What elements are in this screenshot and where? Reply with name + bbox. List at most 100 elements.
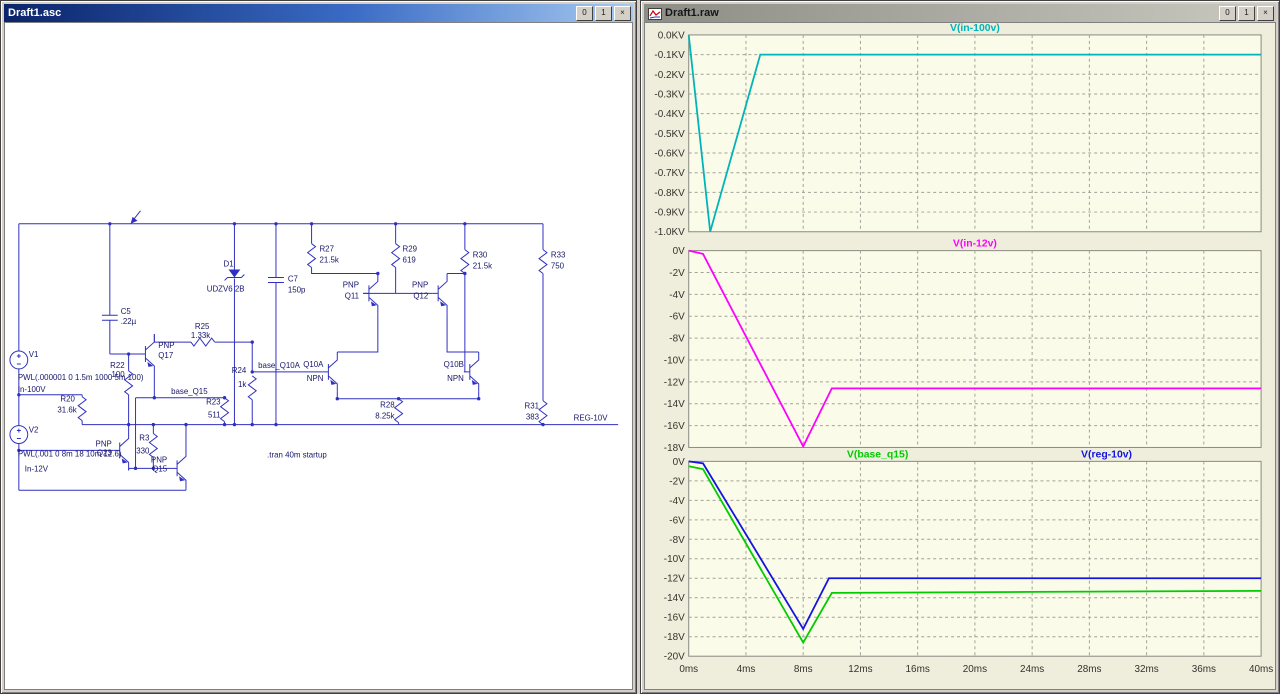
wire-junction	[184, 422, 188, 427]
component-label-c5: C5	[121, 307, 132, 316]
v1-polarity-marks	[16, 354, 21, 365]
component-label-q12: Q12	[413, 291, 428, 300]
y-tick-label: 0V	[673, 457, 686, 468]
d1-zener-diode-symbol[interactable]	[228, 269, 241, 278]
resistor-symbol[interactable]	[77, 396, 87, 422]
waveform-canvas[interactable]: 0.0KV -0.1KV -0.2KV -0.3KV -0.4KV -0.5KV -0.6K…	[644, 22, 1276, 690]
maximize-button[interactable]: 1	[595, 5, 612, 21]
component-label-r24: R24	[232, 366, 247, 375]
y-tick-label: -2V	[669, 268, 685, 279]
x-tick-label: 8ms	[794, 664, 813, 675]
y-tick-label: -0.3KV	[654, 89, 685, 100]
net-label-base-q10a[interactable]: base_Q10A	[258, 361, 300, 370]
x-tick-label: 40ms	[1249, 664, 1273, 675]
x-tick-label: 36ms	[1192, 664, 1216, 675]
wire-junction	[232, 222, 237, 226]
waveform-window-controls: 0 1 ×	[1217, 5, 1274, 21]
component-type-q17: PNP	[158, 341, 174, 350]
minimize-button[interactable]: 0	[576, 5, 593, 21]
x-tick-label: 12ms	[848, 664, 872, 675]
schematic-canvas[interactable]: V1 PWL(.000001 0 1.5m 1000 5m 100) In-10…	[4, 22, 633, 690]
wire-junction	[396, 397, 401, 401]
component-label-q11: Q11	[345, 291, 360, 300]
resistor-symbol[interactable]	[393, 398, 404, 423]
wire-junction	[250, 370, 254, 374]
y-tick-label: -8V	[669, 535, 685, 546]
resistor-symbol[interactable]	[538, 249, 548, 274]
net-label-base-q15[interactable]: base_Q15	[171, 387, 208, 396]
component-label-r3: R3	[139, 433, 150, 442]
waveform-file-icon	[648, 7, 662, 20]
trace-label[interactable]: V(reg-10v)	[1081, 449, 1132, 460]
component-label-q17: Q17	[158, 351, 173, 360]
wire-junction	[335, 397, 339, 401]
y-tick-label: -12V	[664, 574, 685, 585]
trace-label[interactable]: V(in-100v)	[950, 23, 1000, 34]
close-button[interactable]: ×	[614, 5, 631, 21]
component-type-q10a: NPN	[307, 374, 324, 383]
y-tick-label: -16V	[664, 613, 685, 624]
component-label-r33: R33	[551, 251, 566, 260]
net-label-in-100v[interactable]: In-100V	[18, 385, 46, 394]
y-tick-label: -18V	[664, 632, 685, 643]
component-value-r24: 1k	[238, 380, 246, 389]
waveform-plots: 0.0KV -0.1KV -0.2KV -0.3KV -0.4KV -0.5KV -0.6K…	[654, 23, 1273, 675]
voltage-source-v2[interactable]	[9, 425, 29, 444]
trace-label[interactable]: V(in-12v)	[953, 239, 997, 250]
component-label-q15: Q15	[152, 464, 168, 473]
component-value-d1: UDZV6 2B	[207, 284, 245, 293]
y-tick-label: -0.2KV	[654, 70, 685, 81]
wire-junction	[541, 422, 545, 427]
transistor-symbol[interactable]	[463, 352, 480, 392]
resistor-symbol[interactable]	[538, 400, 548, 425]
x-tick-label: 24ms	[1020, 664, 1044, 675]
net-label-in-12v[interactable]: In-12V	[25, 464, 49, 473]
y-tick-label: -6V	[669, 515, 685, 526]
wire-junction	[133, 466, 138, 471]
y-tick-label: -20V	[664, 652, 685, 663]
component-value-c7: 150p	[288, 285, 306, 294]
waveform-titlebar[interactable]: Draft1.raw 0 1 ×	[644, 4, 1276, 22]
component-type-q11: PNP	[343, 280, 359, 289]
component-value-r22: 100	[111, 370, 125, 379]
component-value-r20: 31.6k	[57, 406, 76, 415]
ltspice-app: Draft1.asc 0 1 × V1 PWL(.000001 0 1.5m 1…	[0, 0, 1280, 694]
y-tick-label: -1.0KV	[654, 227, 685, 238]
component-value-c5: .22µ	[121, 317, 137, 326]
component-label-q10a: Q10A	[303, 360, 324, 369]
y-tick-label: -0.1KV	[654, 50, 685, 61]
wire-junction	[250, 340, 254, 344]
resistor-symbol[interactable]	[460, 249, 470, 274]
resistor-symbol[interactable]	[247, 375, 258, 401]
transistor-symbol[interactable]	[171, 448, 187, 489]
component-label-r28: R28	[380, 401, 395, 410]
y-tick-label: -8V	[669, 334, 685, 345]
wire-junction	[477, 397, 481, 401]
maximize-button[interactable]: 1	[1238, 5, 1255, 21]
wire-junction	[250, 422, 254, 427]
wire-junction	[126, 352, 131, 356]
component-label-r31: R31	[525, 402, 540, 411]
transistor-symbol[interactable]	[432, 273, 448, 314]
voltage-source-v1[interactable]	[9, 350, 29, 370]
component-label-r22: R22	[110, 361, 125, 370]
wire-junction	[232, 422, 237, 427]
net-label-reg-10v[interactable]: REG-10V	[574, 414, 609, 423]
component-label-r30: R30	[473, 251, 488, 260]
schematic-titlebar[interactable]: Draft1.asc 0 1 ×	[4, 4, 633, 22]
trace-label[interactable]: V(base_q15)	[847, 449, 908, 460]
spice-directive[interactable]: .tran 40m startup	[267, 450, 327, 459]
resistor-symbol[interactable]	[390, 243, 401, 268]
transistor-symbol[interactable]	[139, 334, 155, 374]
component-value-r27: 21.5k	[319, 256, 338, 265]
resistor-symbol[interactable]	[306, 243, 317, 268]
resistor-symbol[interactable]	[219, 397, 230, 423]
resistor-symbol[interactable]	[148, 433, 159, 458]
component-label-r23: R23	[206, 398, 221, 407]
wire-junction	[151, 422, 156, 427]
wire-junction	[222, 396, 227, 400]
waveform-window-title: Draft1.raw	[665, 7, 719, 19]
minimize-button[interactable]: 0	[1219, 5, 1236, 21]
close-button[interactable]: ×	[1257, 5, 1274, 21]
transistor-symbol[interactable]	[322, 352, 338, 392]
